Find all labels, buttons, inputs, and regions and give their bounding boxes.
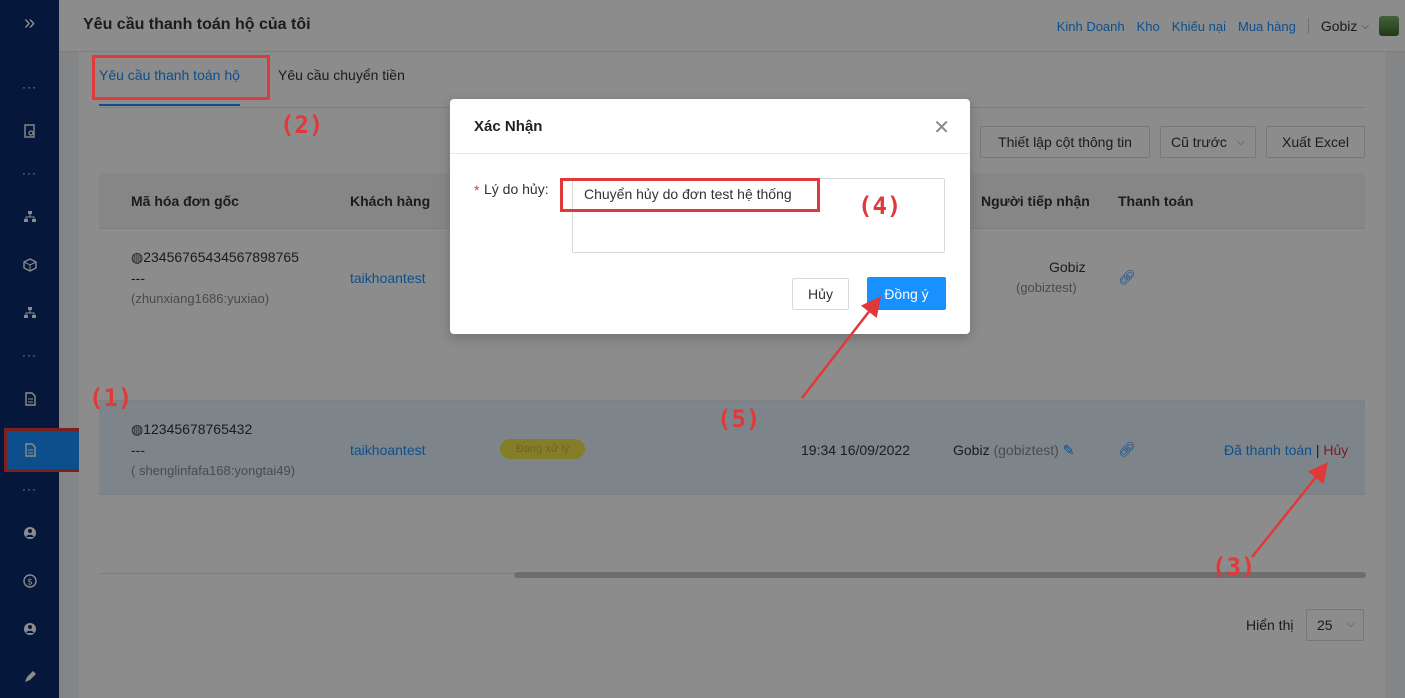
annotation-label-2: (2)	[280, 111, 324, 139]
modal-ok-button[interactable]: Đồng ý	[867, 277, 946, 310]
close-icon[interactable]: ✕	[933, 115, 950, 140]
modal-header: Xác Nhận ✕	[450, 99, 970, 154]
annotation-box-2	[92, 55, 270, 100]
annotation-box-4	[560, 178, 820, 212]
modal-cancel-button[interactable]: Hủy	[792, 278, 849, 310]
annotation-label-4: (4)	[858, 192, 902, 220]
reason-label: Lý do hủy:	[484, 181, 549, 197]
annotation-label-1: (1)	[89, 384, 133, 412]
annotation-label-3: (3)	[1212, 553, 1256, 581]
required-mark: *	[474, 182, 480, 198]
modal-title: Xác Nhận	[474, 118, 543, 135]
annotation-label-5: (5)	[717, 405, 761, 433]
